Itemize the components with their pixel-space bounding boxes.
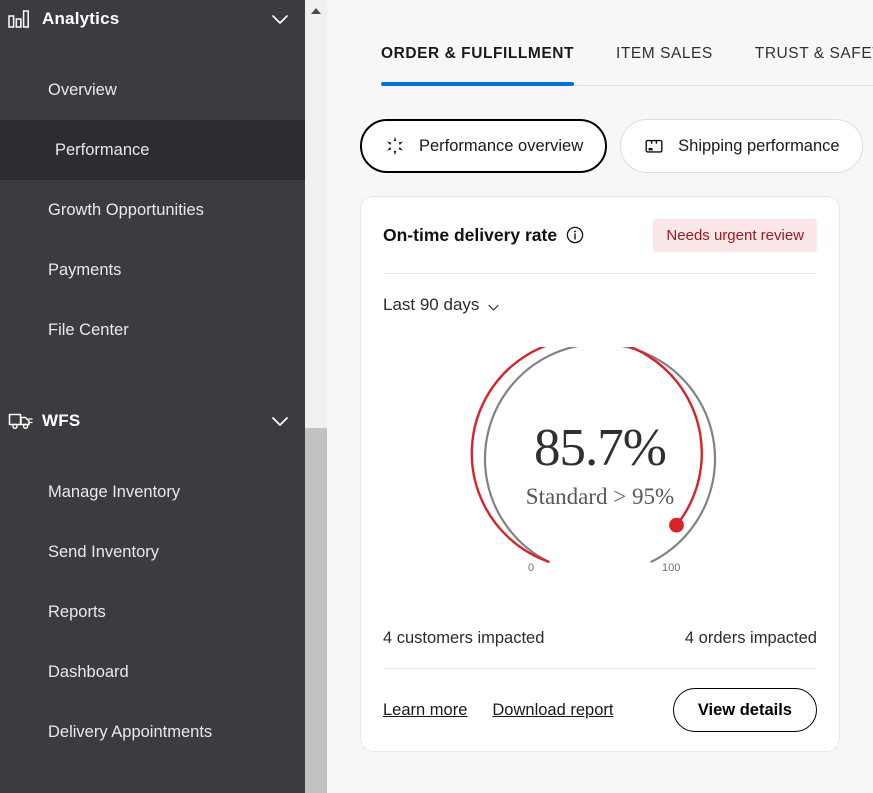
gauge-value-marker xyxy=(669,517,684,533)
tab-label: ITEM SALES xyxy=(615,45,713,62)
on-time-delivery-card: On-time delivery rate Needs urgent revie… xyxy=(360,196,840,752)
sidebar-item-growth-opportunities[interactable]: Growth Opportunities xyxy=(0,180,305,240)
learn-more-link[interactable]: Learn more xyxy=(383,701,467,720)
sidebar-item-label: Overview xyxy=(48,80,117,99)
tab-label: ORDER & FULFILLMENT xyxy=(381,45,574,62)
chevron-down-icon[interactable] xyxy=(269,410,291,432)
sidebar: Analytics Overview Performance Growth Op… xyxy=(0,0,305,793)
sidebar-item-send-inventory[interactable]: Send Inventory xyxy=(0,522,305,582)
sidebar-group-analytics[interactable]: Analytics xyxy=(0,0,305,38)
sidebar-item-label: Send Inventory xyxy=(48,542,159,561)
sidebar-item-label: Performance xyxy=(55,140,150,159)
sidebar-item-label: Manage Inventory xyxy=(48,482,181,501)
card-header: On-time delivery rate Needs urgent revie… xyxy=(383,197,817,273)
tab-trust-and-safety[interactable]: TRUST & SAFETY xyxy=(755,0,873,86)
view-details-button[interactable]: View details xyxy=(672,688,817,732)
sidebar-item-label: Growth Opportunities xyxy=(48,200,204,219)
gauge-value-arc xyxy=(470,347,703,563)
download-report-link[interactable]: Download report xyxy=(492,701,613,720)
sidebar-item-label: File Center xyxy=(48,320,129,339)
package-box-icon xyxy=(643,135,665,157)
tab-order-and-fulfillment[interactable]: ORDER & FULFILLMENT xyxy=(381,0,574,86)
period-label: Last 90 days xyxy=(383,295,480,314)
customers-impacted: 4 customers impacted xyxy=(383,628,545,647)
card-title: On-time delivery rate xyxy=(383,225,584,246)
sidebar-item-label: Payments xyxy=(48,260,122,279)
status-badge: Needs urgent review xyxy=(653,218,817,252)
card-footer: Learn more Download report View details xyxy=(383,669,817,751)
segment-label: Shipping performance xyxy=(678,136,840,155)
sidebar-item-overview[interactable]: Overview xyxy=(0,60,305,120)
tab-bar: ORDER & FULFILLMENT ITEM SALES TRUST & S… xyxy=(327,0,873,86)
sidebar-item-manage-inventory[interactable]: Manage Inventory xyxy=(0,462,305,522)
segment-performance-overview[interactable]: Performance overview xyxy=(360,119,608,173)
bar-chart-icon xyxy=(8,8,34,30)
tab-label: TRUST & SAFETY xyxy=(754,45,873,62)
sidebar-item-reports[interactable]: Reports xyxy=(0,582,305,642)
gauge-max-tick: 100 xyxy=(662,562,680,574)
sidebar-group-label: Analytics xyxy=(42,9,120,28)
triangle-up-icon[interactable] xyxy=(305,0,327,22)
sidebar-item-dashboard[interactable]: Dashboard xyxy=(0,642,305,702)
main-content: ORDER & FULFILLMENT ITEM SALES TRUST & S… xyxy=(327,0,873,793)
tab-item-sales[interactable]: ITEM SALES xyxy=(616,0,713,86)
sidebar-item-file-center[interactable]: File Center xyxy=(0,300,305,360)
info-icon[interactable] xyxy=(566,226,584,244)
gauge-chart: 0 100 85.7% Standard > 95% xyxy=(383,336,817,608)
segment-label: Performance overview xyxy=(419,136,584,155)
sidebar-item-performance[interactable]: Performance xyxy=(0,120,305,180)
truck-icon xyxy=(8,410,34,432)
sidebar-group-wfs[interactable]: WFS xyxy=(0,402,305,440)
chevron-down-icon[interactable] xyxy=(269,8,291,30)
chevron-down-icon xyxy=(487,299,500,312)
segment-shipping-performance[interactable]: Shipping performance xyxy=(620,119,863,173)
sidebar-item-label: Dashboard xyxy=(48,662,129,681)
impact-stats: 4 customers impacted 4 orders impacted xyxy=(383,608,817,668)
sidebar-item-label: Delivery Appointments xyxy=(48,722,213,741)
gauge-svg: 0 100 xyxy=(470,347,717,574)
card-title-text: On-time delivery rate xyxy=(383,224,558,245)
sidebar-item-label: Reports xyxy=(48,602,106,621)
scrollbar-thumb[interactable] xyxy=(305,428,327,793)
sidebar-group-label: WFS xyxy=(42,411,81,430)
sidebar-item-delivery-appointments[interactable]: Delivery Appointments xyxy=(0,702,305,762)
sidebar-scrollbar[interactable] xyxy=(305,0,327,793)
segmented-control: Performance overview Shipping performanc… xyxy=(327,86,873,173)
sidebar-item-payments[interactable]: Payments xyxy=(0,240,305,300)
gauge-min-tick: 0 xyxy=(528,562,534,574)
period-selector[interactable]: Last 90 days xyxy=(383,274,817,336)
app-root: Analytics Overview Performance Growth Op… xyxy=(0,0,873,793)
spark-icon xyxy=(384,135,406,157)
orders-impacted: 4 orders impacted xyxy=(684,628,817,647)
